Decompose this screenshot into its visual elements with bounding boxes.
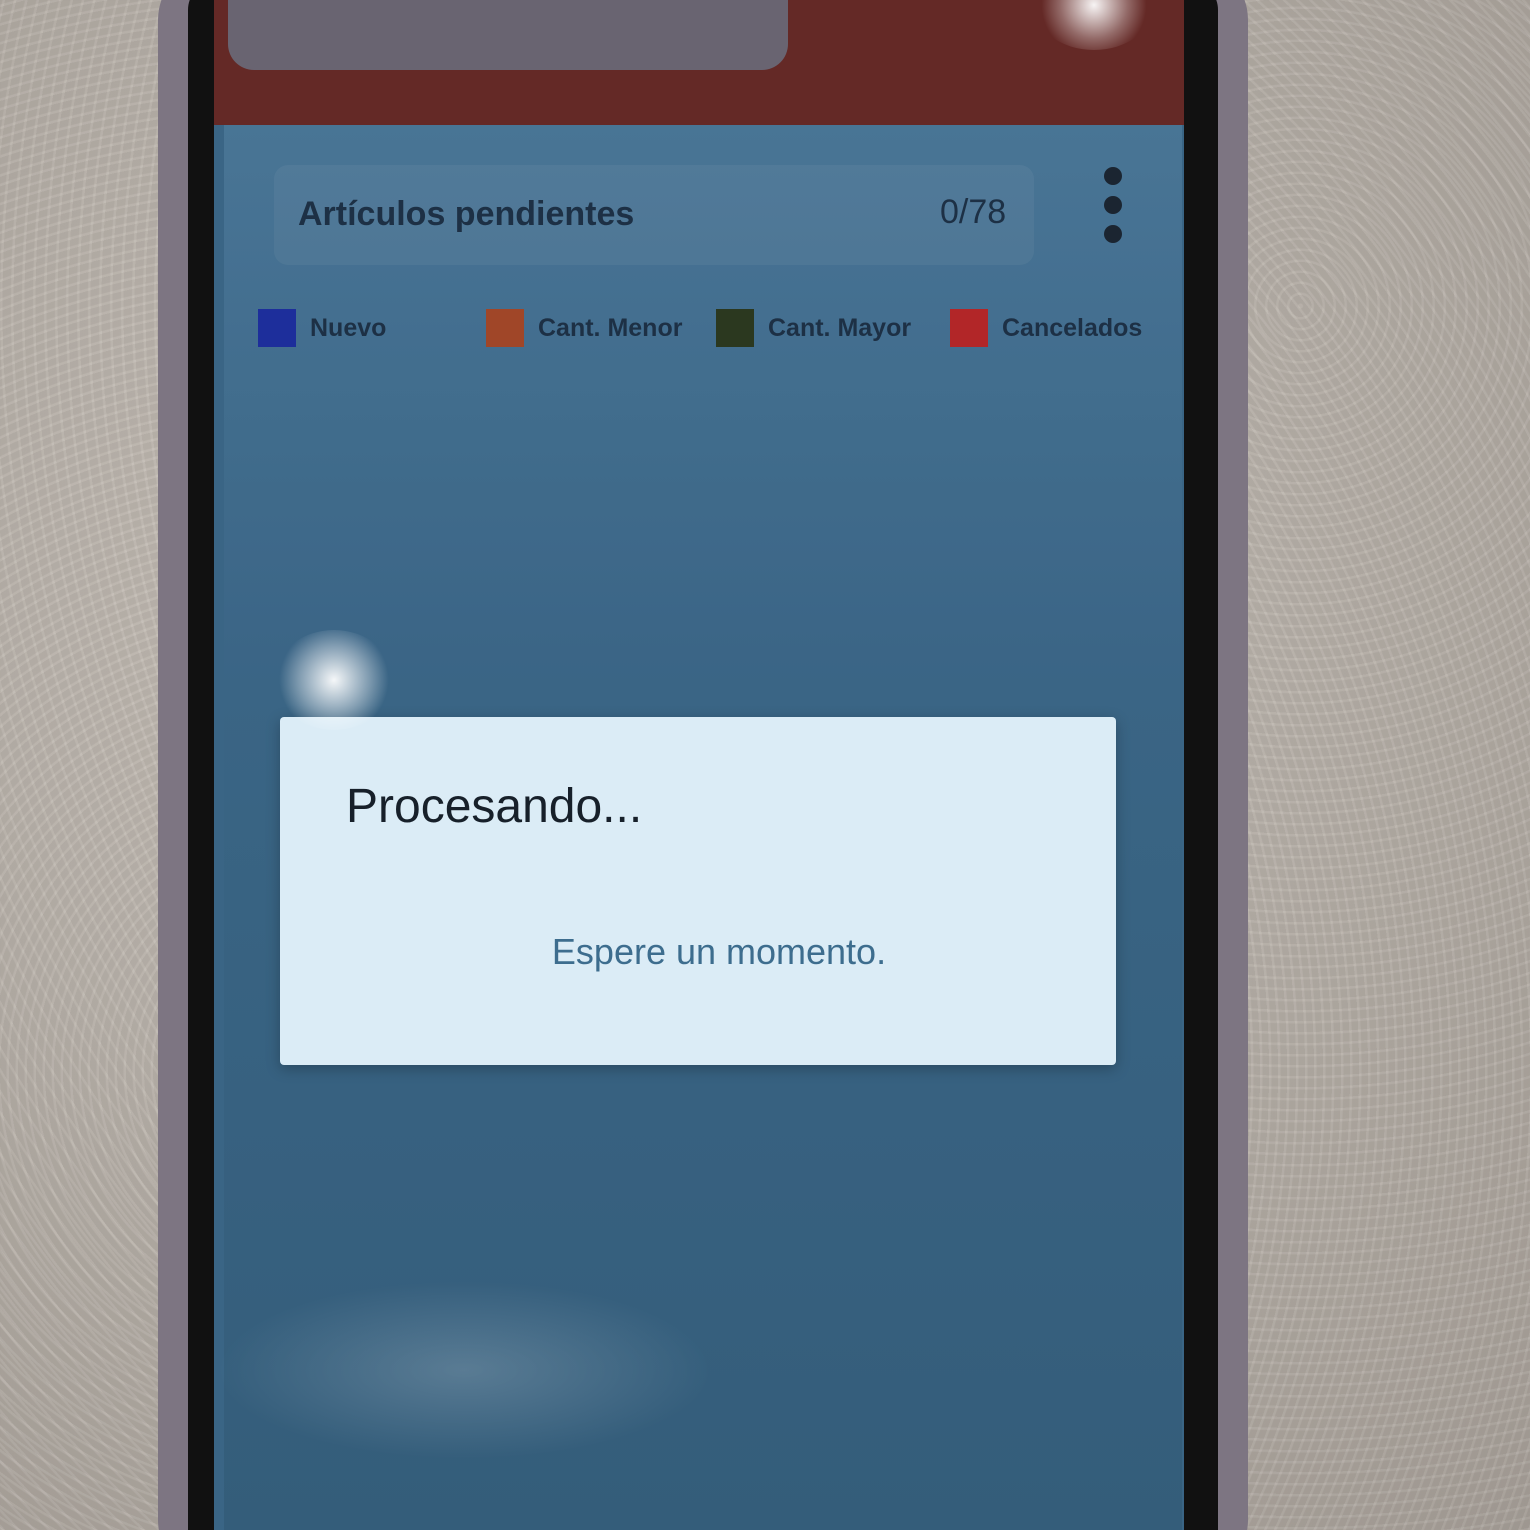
dialog-title: Procesando... — [346, 780, 643, 833]
dialog-message: Espere un momento. — [551, 931, 887, 972]
phone-screen: Artículos pendientes 0/78 Nuevo Cant. Me… — [214, 0, 1184, 1530]
processing-dialog: Procesando... Espere un momento. — [280, 717, 1116, 1065]
